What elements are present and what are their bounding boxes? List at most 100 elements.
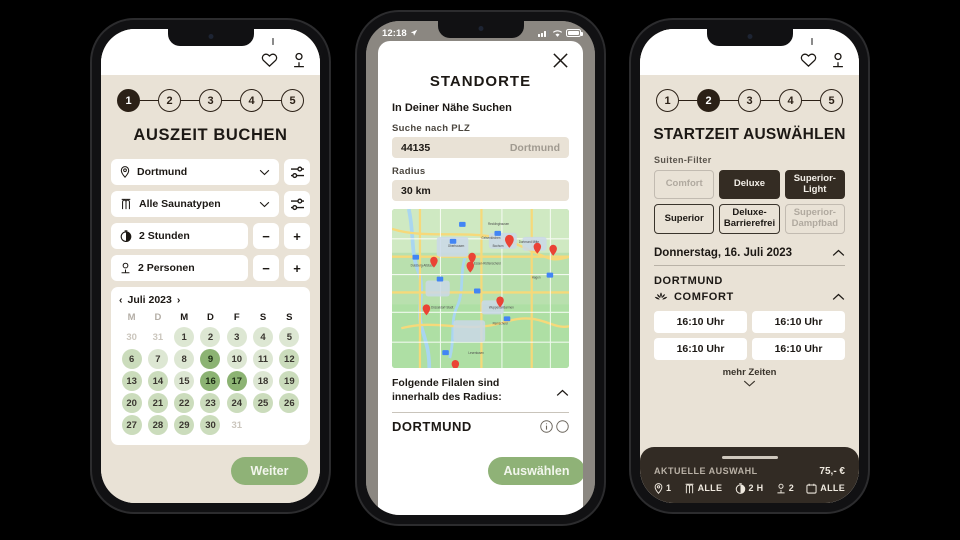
calendar-day[interactable]: 19 [277, 371, 302, 391]
calendar-weekday: D [207, 312, 214, 323]
persons-field[interactable]: 2 Personen [111, 255, 248, 281]
date-accordion[interactable]: Donnerstag, 16. Juli 2023 [654, 247, 845, 266]
calendar-day[interactable]: 6 [119, 349, 144, 369]
step-2[interactable]: 2 [697, 89, 720, 112]
duration-plus-button[interactable]: + [284, 223, 310, 249]
step-3[interactable]: 3 [738, 89, 761, 112]
info-icon[interactable] [540, 419, 553, 433]
calendar-day-number: 22 [174, 393, 195, 413]
summary-date: ALLE [806, 483, 845, 494]
sauna-type-select[interactable]: Alle Saunatypen [111, 191, 279, 217]
plz-input[interactable]: 44135 Dortmund [392, 137, 569, 158]
calendar-day-number: 16 [200, 371, 221, 391]
calendar-day[interactable]: 27 [119, 415, 144, 435]
calendar-day[interactable]: 31 [224, 415, 249, 435]
chevron-up-icon[interactable] [556, 389, 569, 397]
time-slot-button[interactable]: 16:10 Uhr [654, 310, 747, 333]
step-1[interactable]: 1 [117, 89, 140, 112]
more-times-button[interactable]: mehr Zeiten [640, 367, 859, 390]
calendar-day[interactable]: 15 [172, 371, 197, 391]
selection-summary: 1 ALLE 2 H 2 ALLE [654, 482, 845, 494]
phone-1-content: 1 2 3 4 5 AUSZEIT BUCHEN Dortmund Alle S… [101, 29, 320, 503]
close-icon[interactable] [552, 52, 569, 69]
calendar-day[interactable]: 21 [145, 393, 170, 413]
account-icon[interactable] [292, 52, 306, 68]
calendar-day[interactable]: 2 [198, 327, 223, 347]
auswaehlen-button[interactable]: Auswählen [488, 457, 583, 485]
calendar-day[interactable]: 18 [250, 371, 275, 391]
calendar-weekday: D [154, 312, 162, 323]
duration-field[interactable]: 2 Stunden [111, 223, 248, 249]
suite-filter-chip[interactable]: Deluxe [719, 170, 780, 200]
calendar-day[interactable]: 30 [119, 327, 144, 347]
suite-filter-chip[interactable]: Comfort [654, 170, 715, 200]
calendar-day-number: 2 [200, 327, 221, 347]
location-filter-button[interactable] [284, 159, 310, 185]
calendar-day[interactable]: 31 [145, 327, 170, 347]
suite-filter-chip[interactable]: Deluxe- Barrierefrei [719, 204, 780, 234]
calendar-day[interactable]: 5 [277, 327, 302, 347]
step-3[interactable]: 3 [199, 89, 222, 112]
suite-filter-chip[interactable]: Superior- Light [784, 170, 845, 200]
suite-accordion[interactable]: COMFORT [640, 287, 859, 303]
location-arrow-icon [145, 37, 153, 44]
step-4[interactable]: 4 [779, 89, 802, 112]
wifi-icon [552, 29, 563, 37]
calendar-day[interactable]: 16 [198, 371, 223, 391]
calendar-day[interactable]: 12 [277, 349, 302, 369]
step-2[interactable]: 2 [158, 89, 181, 112]
heart-icon[interactable] [261, 52, 278, 68]
time-slot-button[interactable]: 16:10 Uhr [654, 337, 747, 360]
calendar-day[interactable]: 22 [172, 393, 197, 413]
radio-unchecked-icon[interactable] [556, 419, 569, 433]
calendar-day[interactable]: 4 [250, 327, 275, 347]
calendar-day[interactable]: 10 [224, 349, 249, 369]
heart-icon[interactable] [800, 52, 817, 68]
calendar-day[interactable]: 8 [172, 349, 197, 369]
account-icon[interactable] [831, 52, 845, 68]
step-5[interactable]: 5 [281, 89, 304, 112]
calendar-day[interactable]: 11 [250, 349, 275, 369]
calendar-next-button[interactable]: › [177, 294, 181, 306]
calendar-day[interactable]: 3 [224, 327, 249, 347]
calendar-prev-button[interactable]: ‹ [119, 294, 123, 306]
calendar-day[interactable]: 13 [119, 371, 144, 391]
person-icon [777, 483, 785, 493]
svg-text:Hagen: Hagen [532, 275, 541, 279]
calendar-day[interactable]: 23 [198, 393, 223, 413]
suite-filter-chip[interactable]: Superior- Dampfbad [784, 204, 845, 234]
calendar-day[interactable]: 25 [250, 393, 275, 413]
calendar-day[interactable]: 24 [224, 393, 249, 413]
calendar-day[interactable]: 28 [145, 415, 170, 435]
duration-minus-button[interactable]: − [253, 223, 279, 249]
step-connector [181, 99, 199, 102]
calendar-day[interactable]: 17 [224, 371, 249, 391]
calendar-day[interactable]: 1 [172, 327, 197, 347]
persons-plus-button[interactable]: + [284, 255, 310, 281]
radius-input[interactable]: 30 km [392, 180, 569, 201]
phone-1-screen: 12:18 1 2 3 4 5 AUSZEIT BUCHEN Dortmund … [101, 29, 320, 503]
calendar-day-number: 21 [147, 393, 168, 413]
persons-minus-button[interactable]: − [253, 255, 279, 281]
calendar-day[interactable]: 9 [198, 349, 223, 369]
map-ruhr-area[interactable]: Recklinghausen Oberhausen Bochum Dortmund … [392, 209, 569, 368]
step-5[interactable]: 5 [820, 89, 843, 112]
step-1[interactable]: 1 [656, 89, 679, 112]
calendar-day[interactable]: 14 [145, 371, 170, 391]
time-slot-button[interactable]: 16:10 Uhr [752, 337, 845, 360]
calendar-day[interactable]: 30 [198, 415, 223, 435]
weiter-button[interactable]: Weiter [231, 457, 308, 485]
battery-icon [830, 37, 847, 45]
step-4[interactable]: 4 [240, 89, 263, 112]
calendar-day[interactable]: 7 [145, 349, 170, 369]
time-slots: 16:10 Uhr 16:10 Uhr 16:10 Uhr 16:10 Uhr [640, 303, 859, 360]
time-slot-button[interactable]: 16:10 Uhr [752, 310, 845, 333]
location-select[interactable]: Dortmund [111, 159, 279, 185]
calendar-day[interactable]: 20 [119, 393, 144, 413]
sauna-type-filter-button[interactable] [284, 191, 310, 217]
suite-filter-chip[interactable]: Superior [654, 204, 715, 234]
calendar-day[interactable]: 29 [172, 415, 197, 435]
persons-value: 2 Personen [138, 262, 195, 274]
calendar-day[interactable]: 26 [277, 393, 302, 413]
drag-handle[interactable] [721, 456, 778, 459]
